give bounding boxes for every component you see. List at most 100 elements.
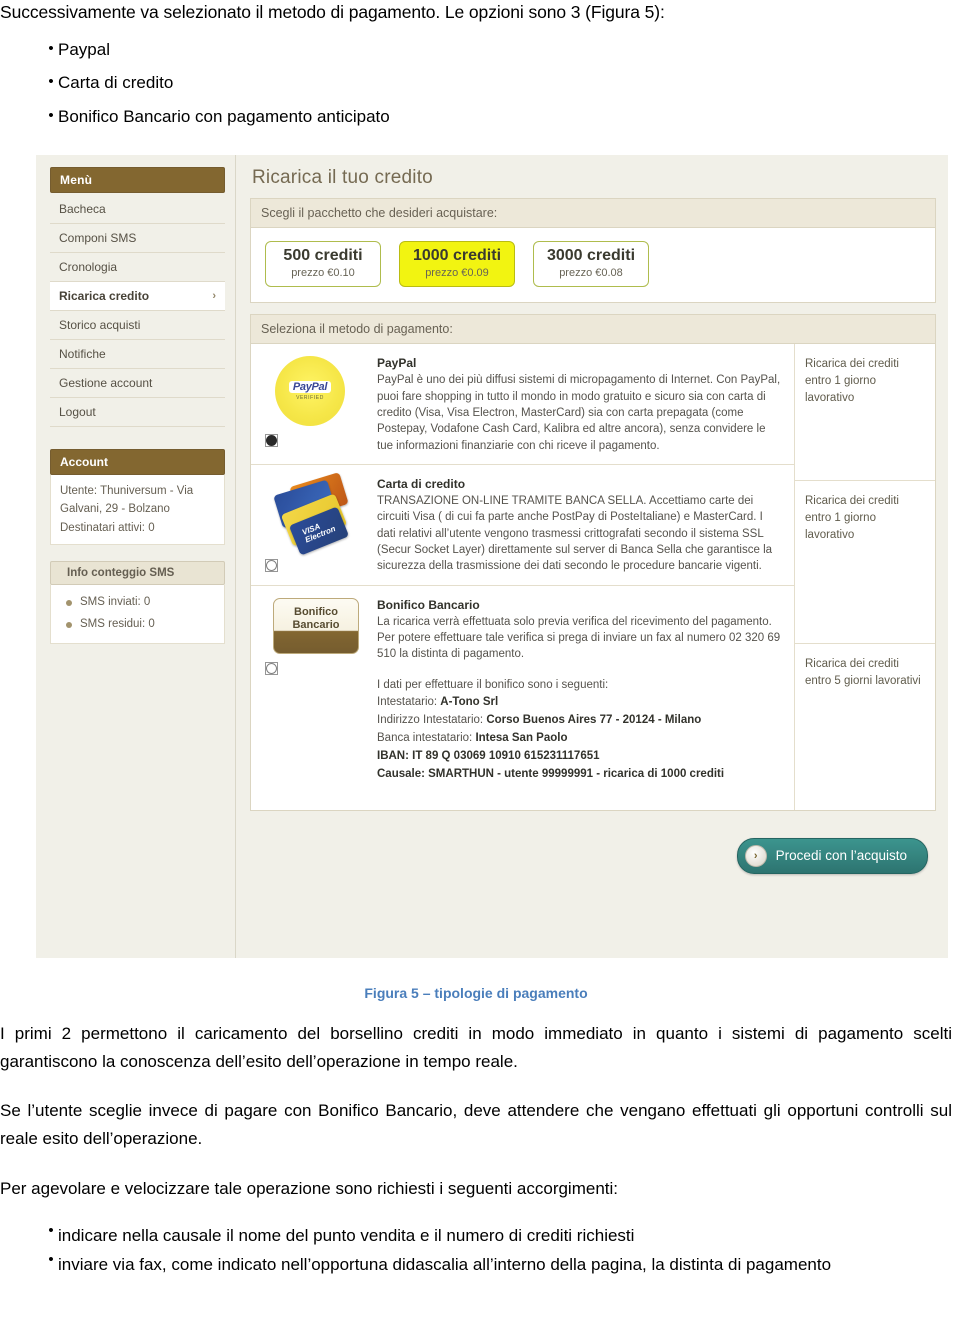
account-recipients: Destinatari attivi: 0 — [60, 521, 155, 534]
list-item: • Carta di credito — [44, 73, 900, 93]
main-content: Ricarica il tuo credito Scegli il pacche… — [236, 155, 948, 958]
timing-bonifico-bancario: Ricarica dei crediti entro 5 giorni lavo… — [805, 658, 921, 688]
bank-detail-label: Intestatario: — [377, 696, 441, 709]
bullet-icon: • — [48, 106, 54, 124]
paypal-logo-text: PayPal — [288, 381, 332, 394]
sidebar-item-ricarica-credito[interactable]: Ricarica credito › — [50, 282, 225, 311]
sidebar-item-bacheca[interactable]: Bacheca — [50, 195, 225, 224]
payment-method-description: PayPal è uno dei più diffusi sistemi di … — [377, 374, 781, 452]
sidebar-item-storico-acquisti[interactable]: Storico acquisti — [50, 311, 225, 340]
sidebar-item-cronologia[interactable]: Cronologia — [50, 253, 225, 282]
list-item: • indicare nella causale il nome del pun… — [44, 1222, 922, 1249]
paragraph-2: Se l’utente sceglie invece di pagare con… — [0, 1101, 952, 1148]
procedi-acquisto-button[interactable]: › Procedi con l’acquisto — [736, 837, 928, 874]
credit-cards-logo-icon: VISA VISAElectron — [271, 472, 355, 556]
payment-panel-header: Seleziona il metodo di pagamento: — [251, 315, 935, 345]
list-item: • Bonifico Bancario con pagamento antici… — [44, 107, 900, 127]
timing-carta-di-credito: Ricarica dei crediti entro 1 giorno lavo… — [795, 481, 935, 645]
package-panel-header: Scegli il pacchetto che desideri acquist… — [251, 199, 935, 228]
sidebar-item-label: Logout — [59, 405, 96, 419]
radio-paypal[interactable] — [265, 434, 278, 448]
payment-methods-column: PayPal VERIFIED PayPal PayPal è uno dei … — [251, 344, 794, 809]
paypal-icon-cell: PayPal VERIFIED — [251, 344, 377, 464]
package-option-1000[interactable]: 1000 crediti prezzo €0.09 — [399, 241, 515, 288]
sms-left-label: SMS residui: 0 — [80, 618, 155, 631]
package-option-500[interactable]: 500 crediti prezzo €0.10 — [265, 241, 381, 288]
package-credits: 500 crediti — [283, 247, 363, 264]
list-item-label: Carta di credito — [58, 73, 174, 93]
bank-detail-value: A-Tono Srl — [440, 696, 499, 709]
bank-detail-row: Banca intestatario: Intesa San Paolo — [377, 730, 770, 748]
bullet-icon: • — [48, 73, 54, 91]
delivery-timing-column: Ricarica dei crediti entro 1 giorno lavo… — [794, 344, 935, 810]
bank-detail-value: IT 89 Q 03069 10910 615231117651 — [412, 749, 600, 762]
payment-method-description: La ricarica verrà effettuata solo previa… — [377, 615, 781, 661]
sidebar-item-label: Storico acquisti — [59, 318, 141, 332]
sidebar: Menù Bacheca Componi SMS Cronologia Rica… — [36, 155, 236, 958]
payment-method-name: Bonifico Bancario — [377, 597, 480, 612]
list-item-label: Paypal — [58, 40, 110, 59]
bullet-icon — [66, 600, 72, 607]
paragraph-1: I primi 2 permettono il caricamento del … — [0, 1024, 952, 1071]
credit-card-body: Carta di credito TRANSAZIONE ON-LINE TRA… — [377, 465, 794, 585]
sidebar-nav: Bacheca Componi SMS Cronologia Ricarica … — [50, 195, 225, 427]
bank-detail-value: Intesa San Paolo — [475, 732, 568, 745]
list-item-label: inviare via fax, come indicato nell’oppo… — [58, 1255, 832, 1275]
payment-method-carta-di-credito[interactable]: VISA VISAElectron Carta di credito TRANS… — [251, 465, 794, 586]
paypal-body: PayPal PayPal è uno dei più diffusi sist… — [377, 344, 794, 464]
credit-card-icon-cell: VISA VISAElectron — [251, 465, 377, 585]
page-title: Ricarica il tuo credito — [252, 167, 433, 188]
list-item: • inviare via fax, come indicato nell’op… — [44, 1251, 922, 1278]
bank-detail-row: Intestatario: A-Tono Srl — [377, 694, 770, 712]
bank-detail-label: Banca intestatario: — [377, 732, 476, 745]
figure-5-screenshot: Menù Bacheca Componi SMS Cronologia Rica… — [36, 155, 948, 958]
bank-details-intro: I dati per effettuare il bonifico sono i… — [377, 678, 609, 691]
sidebar-item-gestione-account[interactable]: Gestione account — [50, 369, 225, 398]
payment-method-description: TRANSAZIONE ON-LINE TRAMITE BANCA SELLA.… — [377, 495, 773, 573]
paragraph-3: Per agevolare e velocizzare tale operazi… — [0, 1179, 619, 1198]
paypal-verified-text: VERIFIED — [296, 395, 324, 402]
bonifico-icon-cell: Bonifico Bancario — [251, 586, 377, 810]
bank-detail-row: Indirizzo Intestatario: Corso Buenos Air… — [377, 712, 770, 730]
list-item: SMS inviati: 0 — [60, 592, 215, 614]
account-user: Utente: Thuniversum - Via Galvani, 29 - … — [60, 485, 194, 516]
payment-method-name: PayPal — [377, 356, 417, 371]
intro-paragraph: Successivamente va selezionato il metodo… — [0, 2, 665, 22]
account-header: Account — [50, 449, 225, 475]
payment-method-bonifico-bancario[interactable]: Bonifico Bancario Bonifico Bancario La r… — [251, 586, 794, 810]
bank-details: I dati per effettuare il bonifico sono i… — [377, 663, 782, 800]
bullet-icon: • — [48, 1222, 54, 1239]
cta-area: › Procedi con l’acquisto — [250, 822, 936, 874]
package-price: prezzo €0.09 — [425, 267, 489, 280]
sidebar-item-notifiche[interactable]: Notifiche — [50, 340, 225, 369]
sidebar-menu-header: Menù — [50, 167, 225, 193]
sidebar-item-label: Ricarica credito — [59, 289, 150, 303]
sidebar-item-label: Cronologia — [59, 260, 118, 274]
bank-detail-label: IBAN: — [377, 749, 413, 762]
list-item: • Paypal — [44, 40, 900, 60]
radio-carta-di-credito[interactable] — [265, 559, 278, 573]
list-item: SMS residui: 0 — [60, 614, 215, 636]
package-credits: 3000 crediti — [546, 247, 636, 264]
chevron-right-icon: › — [212, 290, 216, 302]
package-price: prezzo €0.08 — [559, 267, 623, 280]
sidebar-item-componi-sms[interactable]: Componi SMS — [50, 224, 225, 253]
payment-method-name: Carta di credito — [377, 477, 466, 492]
sidebar-item-logout[interactable]: Logout — [50, 398, 225, 427]
payment-options-list: • Paypal • Carta di credito • Bonifico B… — [0, 40, 900, 140]
sms-sent-label: SMS inviati: 0 — [80, 596, 151, 609]
figure-caption: Figura 5 – tipologie di pagamento — [364, 985, 588, 1001]
list-item-label: Bonifico Bancario con pagamento anticipa… — [58, 106, 390, 126]
sidebar-item-label: Gestione account — [59, 376, 153, 390]
procedi-acquisto-label: Procedi con l’acquisto — [775, 848, 907, 864]
bank-detail-row: IBAN: IT 89 Q 03069 10910 615231117651 — [377, 748, 770, 766]
radio-bonifico-bancario[interactable] — [265, 661, 278, 675]
bullet-icon: • — [48, 1251, 54, 1269]
paypal-logo-icon: PayPal VERIFIED — [275, 356, 345, 427]
payment-method-panel: Seleziona il metodo di pagamento: PayPal… — [250, 314, 936, 811]
bank-detail-value: SMARTHUN - utente 99999991 - ricarica di… — [428, 767, 725, 780]
payment-method-paypal[interactable]: PayPal VERIFIED PayPal PayPal è uno dei … — [251, 344, 794, 466]
web-app-window: Menù Bacheca Componi SMS Cronologia Rica… — [36, 155, 948, 958]
package-option-3000[interactable]: 3000 crediti prezzo €0.08 — [533, 241, 649, 288]
account-info-box: Utente: Thuniversum - Via Galvani, 29 - … — [50, 475, 225, 546]
